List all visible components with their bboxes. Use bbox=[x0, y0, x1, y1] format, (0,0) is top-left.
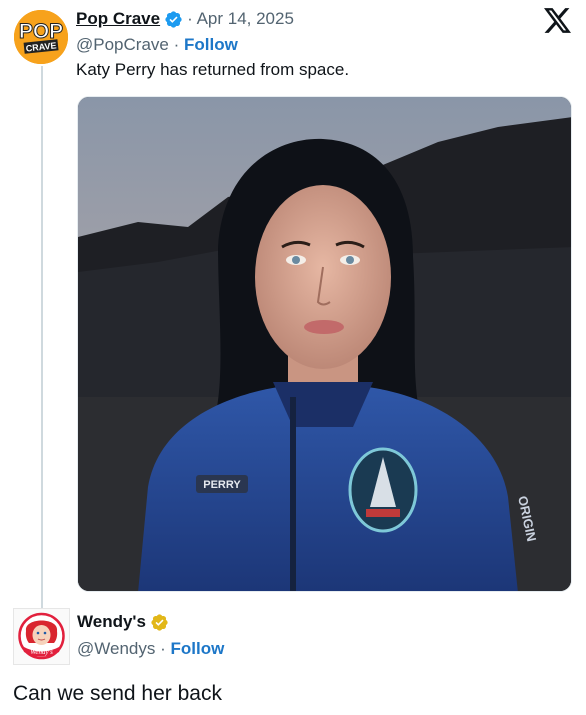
verified-badge-icon bbox=[164, 10, 183, 29]
tweet-header: Pop Crave · Apr 14, 2025 bbox=[76, 8, 294, 30]
reply-text: Can we send her back bbox=[13, 682, 222, 705]
author-name[interactable]: Pop Crave bbox=[76, 9, 160, 29]
handle-row: @PopCrave · Follow bbox=[76, 35, 238, 54]
reply-header: Wendy's bbox=[77, 612, 169, 632]
svg-text:PERRY: PERRY bbox=[203, 479, 241, 491]
x-logo-icon[interactable] bbox=[544, 8, 571, 38]
wendys-logo: Wendy's bbox=[18, 612, 65, 660]
tweet-photo[interactable]: PERRY ORIGIN bbox=[77, 96, 572, 592]
avatar-pop-crave[interactable]: POP CRAVE bbox=[14, 10, 68, 64]
tweet-text: Katy Perry has returned from space. bbox=[76, 60, 350, 79]
svg-text:Wendy's: Wendy's bbox=[30, 648, 53, 656]
katy-perry-astronaut-image: PERRY ORIGIN bbox=[78, 97, 571, 591]
follow-button[interactable]: Follow bbox=[184, 35, 238, 54]
reply-author-name[interactable]: Wendy's bbox=[77, 612, 146, 632]
author-handle[interactable]: @PopCrave bbox=[76, 35, 169, 54]
reply-follow-button[interactable]: Follow bbox=[171, 639, 225, 658]
avatar-wendys[interactable]: Wendy's bbox=[13, 608, 70, 665]
pop-crave-logo: POP CRAVE bbox=[14, 10, 68, 64]
thread-connector-line bbox=[41, 66, 43, 608]
reply-author-handle[interactable]: @Wendys bbox=[77, 639, 155, 658]
tweet-date[interactable]: · Apr 14, 2025 bbox=[187, 9, 294, 29]
reply-handle-row: @Wendys · Follow bbox=[77, 639, 225, 658]
gold-check-icon bbox=[150, 613, 169, 632]
